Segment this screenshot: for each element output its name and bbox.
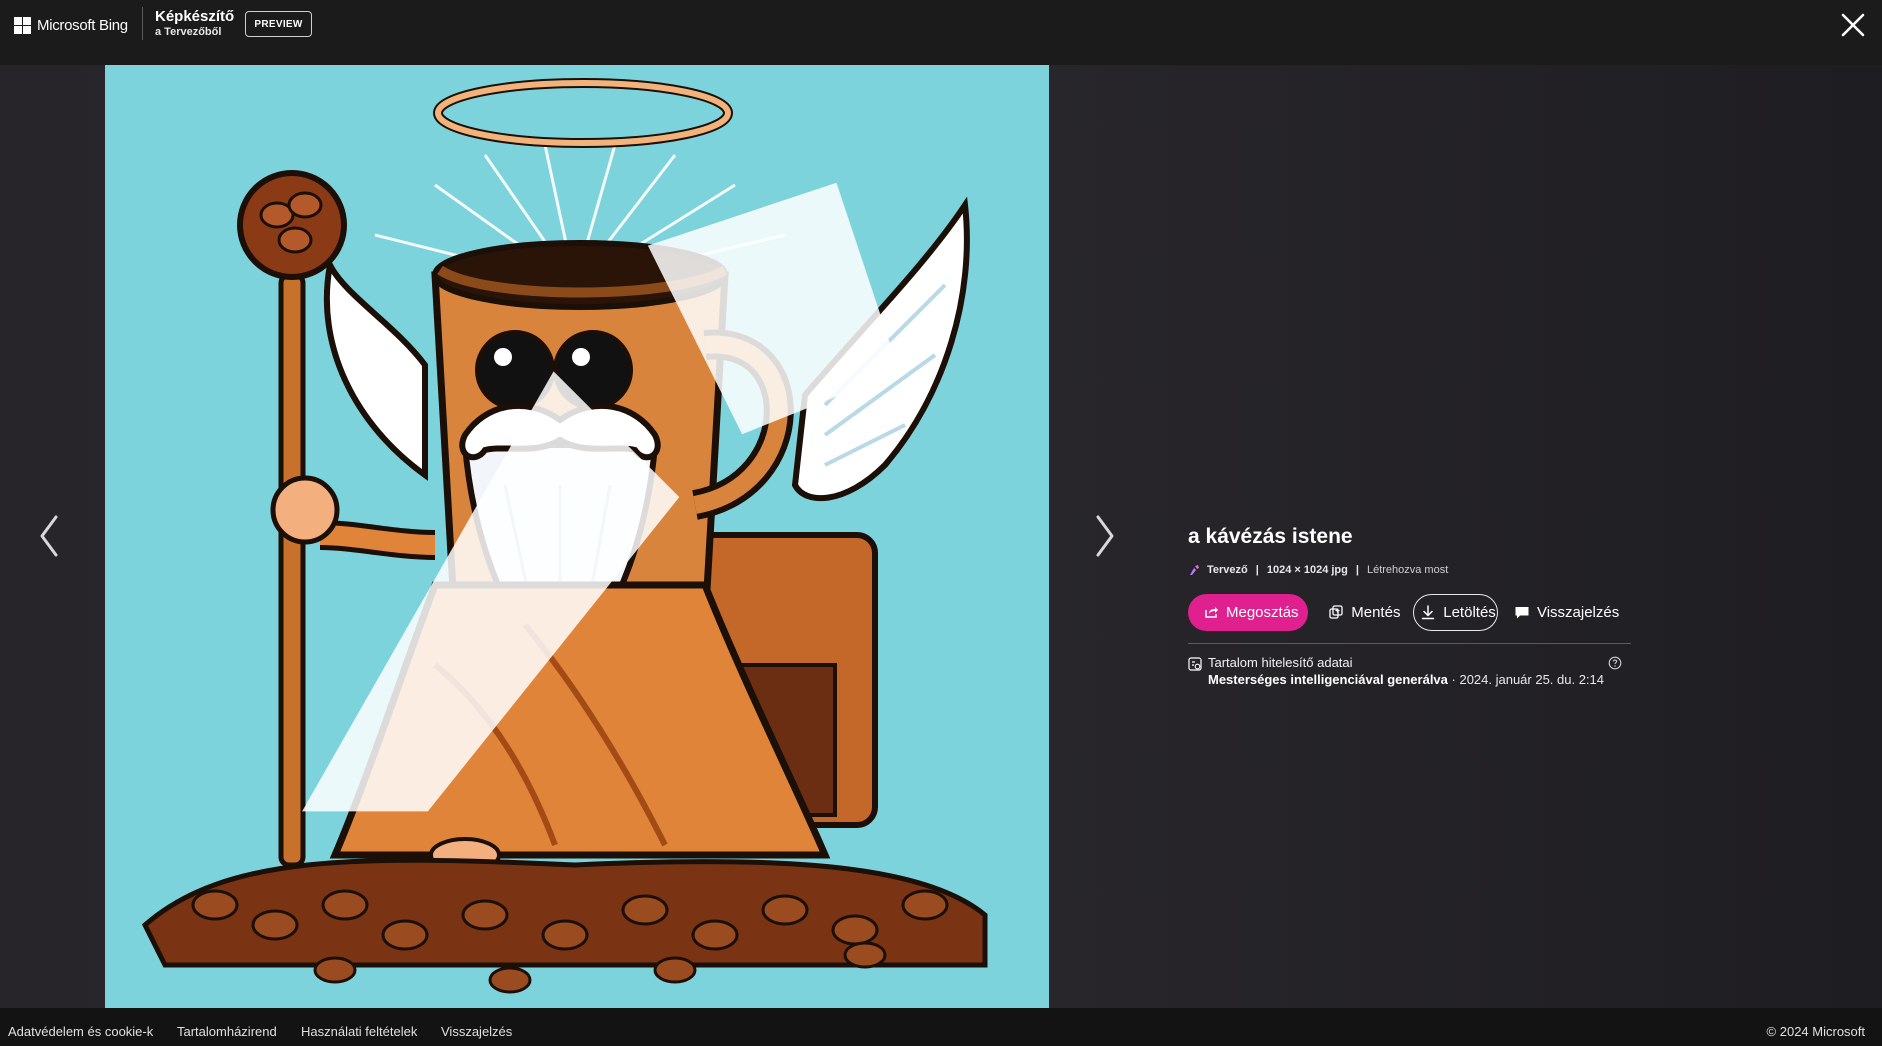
content-credentials-icon	[1188, 657, 1202, 671]
credentials-title: Tartalom hitelesítő adatai	[1208, 655, 1353, 670]
footer-link-content-policy[interactable]: Tartalomházirend	[177, 1024, 277, 1039]
save-icon	[1329, 605, 1343, 619]
designer-label: Tervező	[1207, 564, 1248, 576]
share-button[interactable]: Megosztás	[1188, 593, 1309, 631]
image-dimensions: 1024 × 1024 jpg	[1266, 564, 1348, 576]
feedback-icon	[1515, 607, 1529, 619]
details-divider	[1188, 643, 1631, 644]
next-image-button[interactable]	[1086, 508, 1122, 564]
download-icon	[1422, 605, 1435, 620]
footer-link-terms[interactable]: Használati feltételek	[301, 1024, 417, 1039]
ms-logo-icon	[14, 16, 31, 34]
chevron-right-icon	[1096, 515, 1114, 557]
header: Microsoft Bing Képkészítő a Tervezőből P…	[0, 0, 1882, 65]
feedback-button[interactable]: Visszajelzés	[1514, 594, 1632, 631]
download-label: Letöltés	[1443, 603, 1496, 621]
save-button[interactable]: Mentés	[1328, 594, 1401, 631]
action-bar: Megosztás Mentés Letöltés Visszajelzés	[1188, 593, 1632, 631]
previous-image-button[interactable]	[32, 508, 68, 564]
close-icon	[1841, 13, 1865, 37]
footer-link-feedback[interactable]: Visszajelzés	[441, 1024, 512, 1039]
ai-generated-label: Mesterséges intelligenciával generálva	[1208, 672, 1448, 687]
brand-name: Microsoft Bing	[37, 16, 128, 34]
chevron-left-icon	[40, 515, 58, 557]
save-label: Mentés	[1351, 603, 1401, 621]
share-label: Megosztás	[1226, 603, 1299, 621]
bing-logo[interactable]: Microsoft Bing	[14, 16, 128, 34]
designer-watermark-icon	[302, 182, 900, 812]
product-title: Képkészítő	[155, 8, 235, 25]
generated-image[interactable]	[105, 65, 1049, 1008]
close-button[interactable]	[1840, 12, 1866, 38]
created-time: Létrehozva most	[1366, 564, 1449, 576]
designer-icon	[1190, 565, 1199, 575]
image-meta: Tervező | 1024 × 1024 jpg | Létrehozva m…	[1188, 563, 1632, 577]
image-title: a kávézás istene	[1188, 525, 1353, 548]
image-details-panel: a kávézás istene Tervező | 1024 × 1024 j…	[1188, 523, 1632, 689]
header-divider	[142, 7, 143, 40]
generated-date: · 2024. január 25. du. 2:14	[1447, 672, 1605, 687]
product-title-block[interactable]: Képkészítő a Tervezőből	[155, 8, 234, 40]
download-button[interactable]: Letöltés	[1413, 593, 1498, 631]
footer: Adatvédelem és cookie-k Tartalomházirend…	[0, 1008, 1882, 1046]
credentials-line: Mesterséges intelligenciával generálva ·…	[1208, 671, 1632, 689]
help-icon[interactable]	[1608, 656, 1622, 670]
copyright: © 2024 Microsoft	[1766, 1024, 1865, 1039]
content-credentials: Tartalom hitelesítő adatai Mesterséges i…	[1188, 655, 1632, 689]
feedback-label: Visszajelzés	[1536, 603, 1620, 621]
preview-badge: PREVIEW	[245, 11, 312, 37]
share-icon	[1205, 607, 1218, 618]
product-subtitle: a Tervezőből	[155, 26, 222, 38]
footer-link-privacy[interactable]: Adatvédelem és cookie-k	[8, 1024, 153, 1039]
